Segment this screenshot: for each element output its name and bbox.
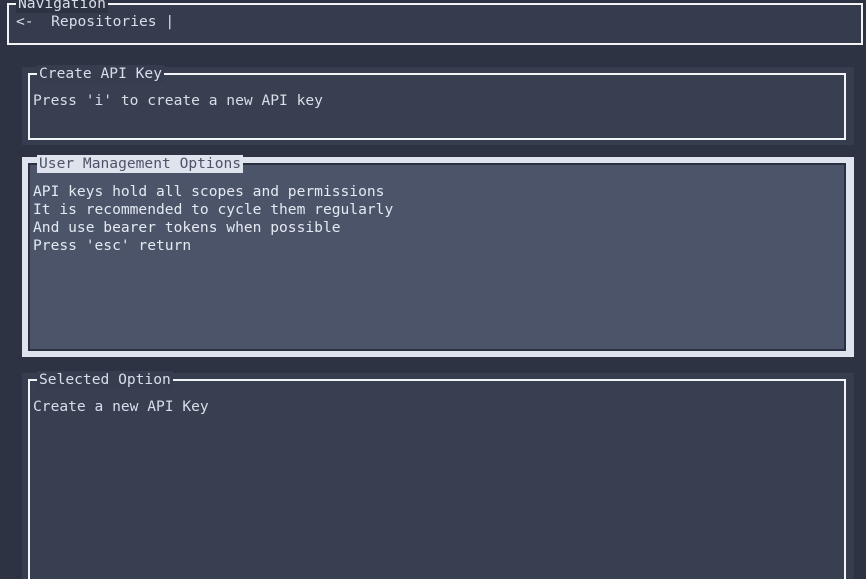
navigation-panel: Navigation <- Repositories | [7, 0, 863, 45]
selected-option-panel: Selected Option Create a new API Key [28, 371, 846, 579]
user-management-options-line-1: API keys hold all scopes and permissions [33, 183, 385, 200]
create-api-key-panel-body: Press 'i' to create a new API key [31, 78, 843, 137]
user-management-options-panel[interactable]: User Management Options API keys hold al… [28, 155, 846, 351]
breadcrumb[interactable]: <- Repositories | [10, 8, 860, 31]
terminal-screen: Navigation <- Repositories | Create API … [0, 0, 866, 579]
navigation-panel-body: <- Repositories | [10, 8, 860, 42]
user-management-options-line-4: Press 'esc' return [33, 237, 192, 254]
create-api-key-panel: Create API Key Press 'i' to create a new… [28, 65, 846, 140]
user-management-options-line-2: It is recommended to cycle them regularl… [33, 201, 394, 218]
selected-option-panel-body: Create a new API Key [31, 384, 843, 579]
selected-option-value: Create a new API Key [33, 398, 209, 415]
create-api-key-hint: Press 'i' to create a new API key [33, 92, 323, 109]
user-management-options-line-3: And use bearer tokens when possible [33, 219, 341, 236]
user-management-options-panel-body: API keys hold all scopes and permissions… [31, 169, 843, 348]
